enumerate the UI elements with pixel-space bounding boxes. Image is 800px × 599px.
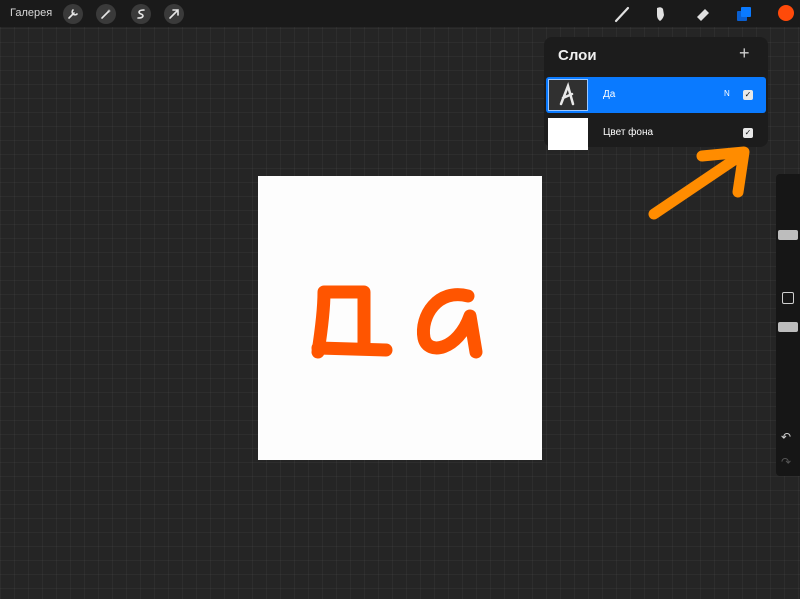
side-toolbar: ↶ ↷ (776, 174, 800, 476)
gallery-button[interactable]: Галерея (10, 7, 52, 19)
annotation-arrow-icon (648, 146, 750, 220)
color-picker-button[interactable] (778, 5, 794, 21)
blend-mode-button[interactable]: N (724, 89, 730, 98)
transform-arrow-icon[interactable] (164, 4, 184, 24)
layers-icon[interactable] (734, 4, 754, 24)
drawing-canvas[interactable]: Да (258, 176, 542, 460)
layers-panel-title: Слои (558, 47, 597, 64)
layer-name: Да (603, 89, 616, 100)
wrench-icon[interactable] (63, 4, 83, 24)
layer-visibility-checkbox[interactable]: ✓ (743, 128, 753, 138)
opacity-slider[interactable] (778, 322, 798, 332)
redo-icon[interactable]: ↷ (781, 455, 791, 469)
modify-button[interactable] (782, 292, 794, 304)
layer-visibility-checkbox[interactable]: ✓ (743, 90, 753, 100)
selection-icon[interactable] (131, 4, 151, 24)
undo-icon[interactable]: ↶ (781, 430, 791, 444)
layers-panel: Слои + Да N ✓ Цвет фона ✓ (544, 37, 768, 150)
add-layer-button[interactable]: + (739, 43, 750, 64)
brush-icon[interactable] (612, 4, 632, 24)
layer-row-text[interactable]: Да N ✓ (546, 77, 766, 113)
layer-name: Цвет фона (603, 127, 654, 138)
magic-wand-icon[interactable] (96, 4, 116, 24)
smudge-icon[interactable] (650, 4, 670, 24)
brush-size-slider[interactable] (778, 230, 798, 240)
eraser-icon[interactable] (693, 4, 713, 24)
top-toolbar: Галерея (0, 0, 800, 27)
layer-thumbnail (548, 79, 588, 111)
canvas-drawing (311, 285, 483, 359)
layer-thumbnail (548, 118, 588, 150)
